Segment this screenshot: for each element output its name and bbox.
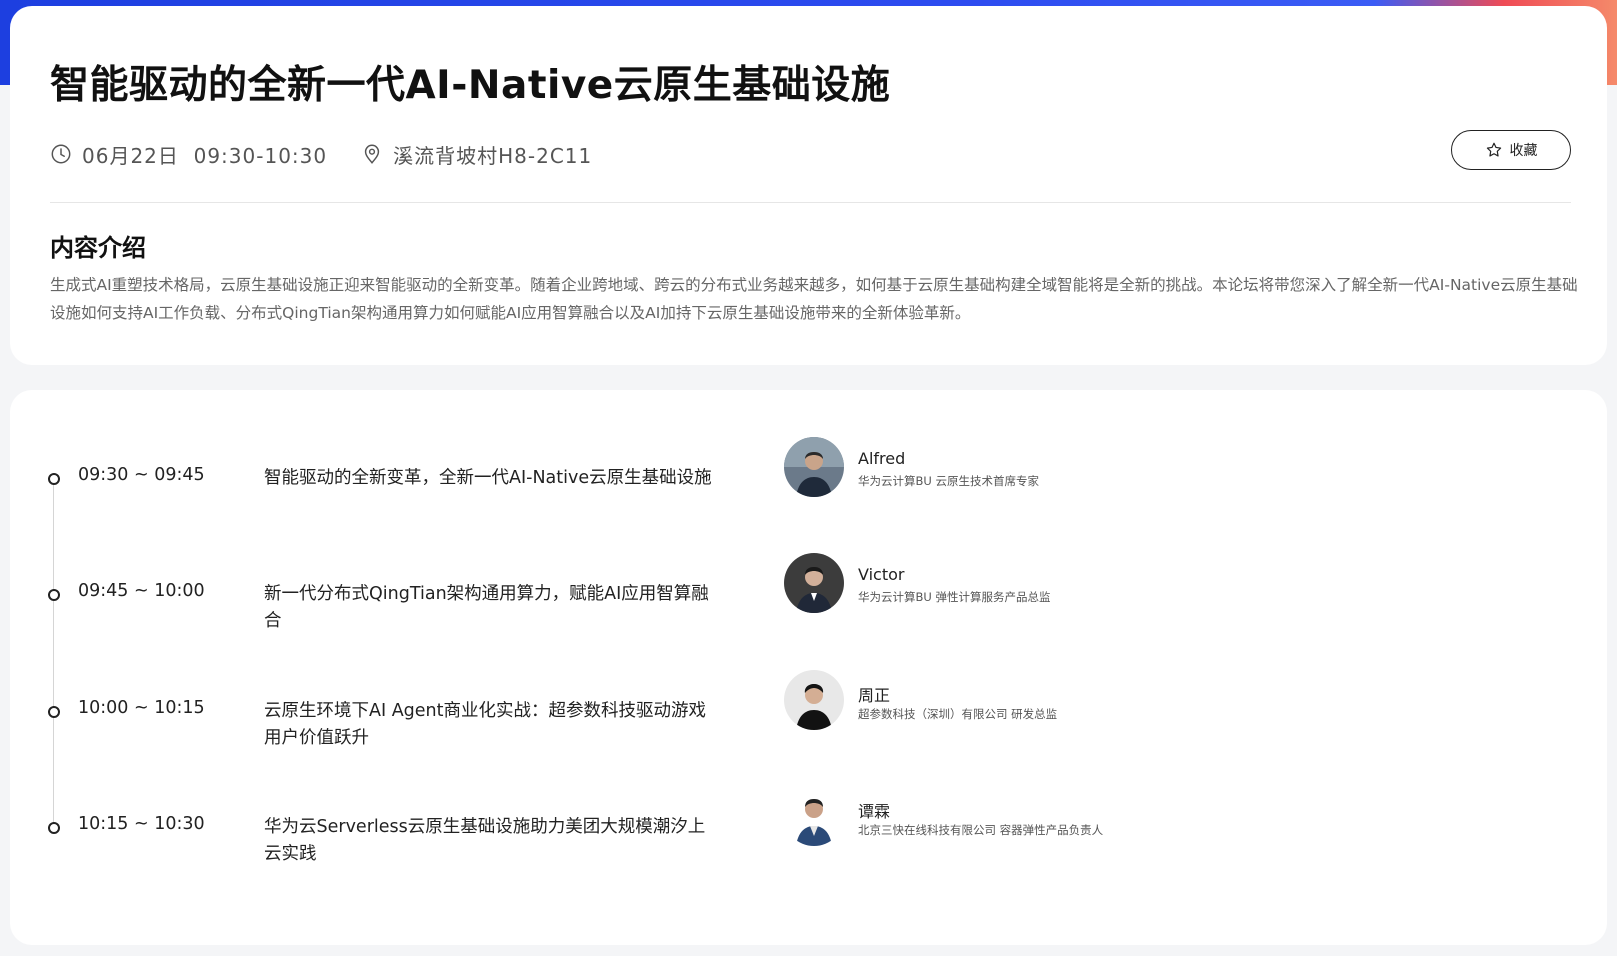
- speaker-title: 超参数科技（深圳）有限公司 研发总监: [858, 707, 1058, 721]
- agenda-item: 10:15 ~ 10:30 华为云Serverless云原生基础设施助力美团大规…: [10, 786, 1607, 924]
- timeline-dot: [48, 706, 60, 718]
- agenda-time: 10:00 ~ 10:15: [78, 698, 205, 718]
- speaker-name: 周正: [858, 686, 891, 705]
- favorite-button[interactable]: 收藏: [1451, 130, 1571, 170]
- timeline-dot: [48, 589, 60, 601]
- session-location: 溪流背坡村H8-2C11: [393, 143, 593, 168]
- timeline-dot: [48, 473, 60, 485]
- speaker-avatar: [784, 437, 844, 497]
- timeline-dot: [48, 822, 60, 834]
- agenda-time: 09:45 ~ 10:00: [78, 581, 205, 601]
- favorite-label: 收藏: [1509, 143, 1538, 159]
- speaker-name: Victor: [858, 565, 905, 584]
- intro-text: 生成式AI重塑技术格局，云原生基础设施正迎来智能驱动的全新变革。随着企业跨地域、…: [50, 276, 1578, 322]
- session-meta: 06月22日 09:30-10:30 溪流背坡村H8-2C11: [50, 138, 592, 170]
- agenda-topic: 新一代分布式QingTian架构通用算力，赋能AI应用智算融合: [264, 584, 709, 631]
- agenda-topic: 云原生环境下AI Agent商业化实战：超参数科技驱动游戏用户价值跃升: [264, 701, 706, 748]
- speaker-avatar: [784, 670, 844, 730]
- agenda-card: 09:30 ~ 09:45 智能驱动的全新变革，全新一代AI-Native云原生…: [10, 390, 1607, 945]
- speaker-name: Alfred: [858, 449, 906, 468]
- speaker-title: 华为云计算BU 云原生技术首席专家: [858, 474, 1039, 488]
- speaker-title: 华为云计算BU 弹性计算服务产品总监: [858, 590, 1051, 604]
- intro-heading: 内容介绍: [50, 234, 146, 262]
- page-title: 智能驱动的全新一代AI-Native云原生基础设施: [50, 63, 891, 108]
- star-icon: [1486, 142, 1501, 157]
- clock-icon: [50, 143, 72, 165]
- location-pin-icon: [361, 143, 383, 165]
- agenda-topic: 华为云Serverless云原生基础设施助力美团大规模潮汐上云实践: [264, 817, 706, 864]
- speaker-name: 谭霖: [858, 802, 891, 821]
- agenda-topic: 智能驱动的全新变革，全新一代AI-Native云原生基础设施: [264, 468, 712, 488]
- speaker-title: 北京三快在线科技有限公司 容器弹性产品负责人: [858, 823, 1104, 837]
- divider: [50, 202, 1571, 203]
- agenda-time: 09:30 ~ 09:45: [78, 465, 205, 485]
- session-datetime: 06月22日 09:30-10:30: [82, 143, 328, 168]
- speaker-avatar: [784, 786, 844, 846]
- speaker-avatar: [784, 553, 844, 613]
- agenda-time: 10:15 ~ 10:30: [78, 814, 205, 834]
- session-info-card: 智能驱动的全新一代AI-Native云原生基础设施 06月22日 09:30-1…: [10, 6, 1607, 365]
